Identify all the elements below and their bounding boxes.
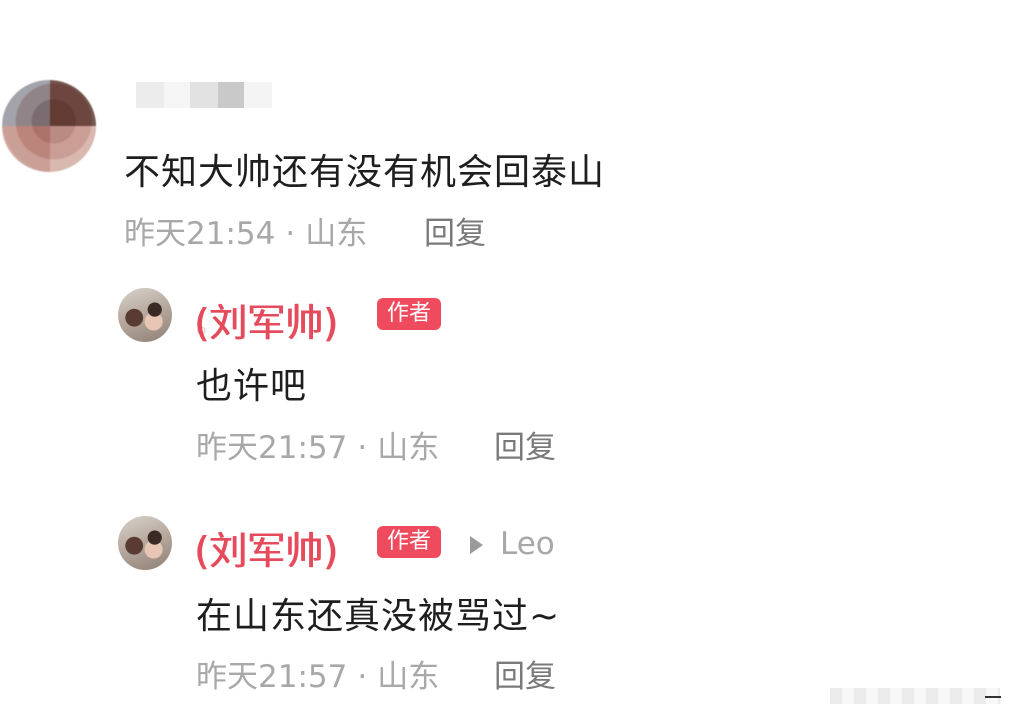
reply-meta: 昨天21:57 · 山东 (196, 651, 439, 696)
reply-reply-button[interactable]: 回复 (494, 422, 556, 467)
meta-separator: · (357, 430, 368, 466)
reply-location: 山东 (377, 430, 440, 466)
meta-separator: · (357, 659, 368, 695)
reply-text: 在山东还真没被骂过~ (196, 596, 561, 637)
author-badge: 作者 (377, 526, 442, 558)
author-name[interactable]: (刘军帅) (194, 292, 338, 347)
home-indicator (985, 696, 1001, 698)
watermark-strip (830, 688, 1000, 704)
reply-reply-button[interactable]: 回复 (494, 651, 556, 696)
author-name[interactable]: (刘军帅) (194, 520, 338, 575)
reply-time: 昨天21:57 (196, 430, 348, 466)
reply-target-user[interactable]: Leo (500, 526, 555, 562)
author-avatar[interactable] (118, 288, 172, 342)
author-badge: 作者 (377, 298, 442, 330)
reply-time: 昨天21:57 (196, 659, 348, 695)
author-avatar[interactable] (118, 516, 172, 570)
reply-arrow-icon (470, 536, 483, 554)
reply-location: 山东 (377, 659, 440, 695)
reply-text: 也许吧 (196, 366, 308, 407)
reply-item: 。 (刘军帅) 作者 也许吧 昨天21:57 · 山东 回复 (刘军帅) 作者 Le… (0, 0, 1024, 723)
reply-meta: 昨天21:57 · 山东 (196, 422, 439, 467)
